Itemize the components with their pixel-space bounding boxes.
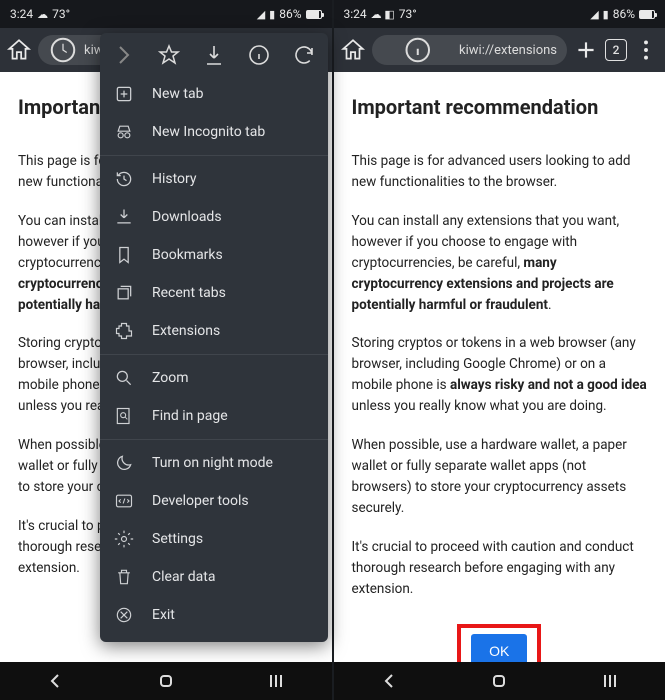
- home-nav-icon[interactable]: [154, 669, 178, 693]
- menu-bookmarks[interactable]: Bookmarks: [100, 236, 328, 274]
- gear-icon: [114, 529, 134, 549]
- extensions-icon: [114, 321, 134, 341]
- menu-exit[interactable]: Exit: [100, 596, 328, 634]
- devtools-icon: [114, 491, 134, 511]
- battery-percent: 86%: [279, 7, 301, 21]
- zoom-icon: [114, 368, 134, 388]
- menu-incognito[interactable]: New Incognito tab: [100, 113, 328, 151]
- menu-extensions[interactable]: Extensions: [100, 312, 328, 350]
- url-text: kiwi://extensions: [459, 43, 557, 58]
- status-temp: 73°: [52, 7, 70, 21]
- browser-toolbar: kiwi://extensions 2: [334, 28, 665, 72]
- menu-clear-data[interactable]: Clear data: [100, 558, 328, 596]
- home-icon[interactable]: [340, 37, 366, 63]
- new-tab-icon[interactable]: [573, 37, 599, 63]
- recents-icon[interactable]: [598, 669, 622, 693]
- info-icon[interactable]: [247, 43, 271, 67]
- menu-downloads[interactable]: Downloads: [100, 198, 328, 236]
- wifi-icon: ◢: [590, 8, 598, 21]
- battery-icon: [306, 10, 322, 19]
- battery-icon: [639, 10, 655, 19]
- plus-square-icon: [114, 84, 134, 104]
- menu-recent-tabs[interactable]: Recent tabs: [100, 274, 328, 312]
- phone-left: 3:24 ☁ 73° ◢ ▮ 86% kiwi:/ Important This…: [0, 0, 332, 700]
- menu-settings[interactable]: Settings: [100, 520, 328, 558]
- menu-zoom[interactable]: Zoom: [100, 359, 328, 397]
- menu-night-mode[interactable]: Turn on night mode: [100, 444, 328, 482]
- status-temp: 73°: [399, 7, 417, 21]
- home-icon[interactable]: [6, 37, 32, 63]
- signal-icon: ▮: [603, 8, 609, 21]
- ok-button[interactable]: OK: [471, 634, 527, 662]
- cloud-icon: ☁ ◧: [371, 8, 395, 21]
- phone-right: 3:24 ☁ ◧ 73° ◢ ▮ 86% kiwi://extensions 2…: [332, 0, 665, 700]
- cloud-icon: ☁: [37, 8, 48, 21]
- moon-icon: [114, 453, 134, 473]
- downloads-icon: [114, 207, 134, 227]
- menu-find[interactable]: Find in page: [100, 397, 328, 435]
- signal-icon: ▮: [269, 8, 275, 21]
- url-bar[interactable]: kiwi://extensions: [372, 35, 568, 65]
- page-title: Important recommendation: [352, 92, 648, 123]
- android-navbar: [0, 662, 332, 700]
- reload-icon[interactable]: [292, 43, 316, 67]
- menu-new-tab[interactable]: New tab: [100, 75, 328, 113]
- trash-icon: [114, 567, 134, 587]
- menu-top-icons: [100, 37, 328, 75]
- status-time: 3:24: [344, 7, 367, 21]
- wifi-icon: ◢: [257, 8, 265, 21]
- status-bar: 3:24 ☁ 73° ◢ ▮ 86%: [0, 0, 332, 28]
- page-content: Important recommendation This page is fo…: [334, 72, 665, 662]
- incognito-icon: [114, 122, 134, 142]
- status-bar: 3:24 ☁ ◧ 73° ◢ ▮ 86%: [334, 0, 665, 28]
- menu-devtools[interactable]: Developer tools: [100, 482, 328, 520]
- recents-icon[interactable]: [264, 669, 288, 693]
- home-nav-icon[interactable]: [487, 669, 511, 693]
- back-icon[interactable]: [43, 669, 67, 693]
- menu-dots-icon[interactable]: [633, 37, 659, 63]
- tab-count[interactable]: 2: [605, 39, 627, 61]
- recent-tabs-icon: [114, 283, 134, 303]
- android-navbar: [334, 662, 665, 700]
- battery-percent: 86%: [613, 7, 635, 21]
- find-icon: [114, 406, 134, 426]
- download-icon[interactable]: [202, 43, 226, 67]
- overflow-menu: New tab New Incognito tab History Downlo…: [100, 33, 328, 642]
- history-icon: [114, 169, 134, 189]
- bookmarks-icon: [114, 245, 134, 265]
- status-time: 3:24: [10, 7, 33, 21]
- menu-history[interactable]: History: [100, 160, 328, 198]
- star-icon[interactable]: [157, 43, 181, 67]
- exit-icon: [114, 605, 134, 625]
- forward-icon[interactable]: [112, 43, 136, 67]
- back-icon[interactable]: [377, 669, 401, 693]
- red-highlight-ok: OK: [457, 624, 541, 662]
